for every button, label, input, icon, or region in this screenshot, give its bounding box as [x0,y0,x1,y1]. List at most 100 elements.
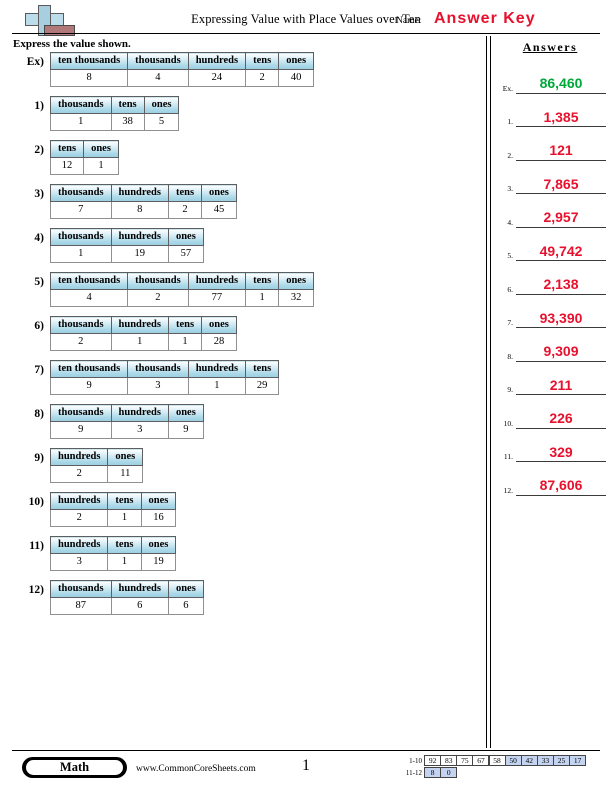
table-header-row: thousands hundreds ones [50,228,204,246]
answer-row: 5. 49,742 [494,228,606,261]
problem-number: 8) [34,408,44,420]
score-cell: 75 [456,755,474,766]
problem-number: 1) [34,100,44,112]
answer-value[interactable]: 86,460 [516,75,606,94]
place-value-header-cell: thousands [127,52,189,70]
answer-index: 11. [503,452,513,461]
answer-value[interactable]: 87,606 [516,477,606,496]
place-value-cell: 3 [49,553,109,571]
answer-value[interactable]: 211 [516,377,606,395]
place-value-header-cell: ones [143,96,180,114]
table-header-row: thousands hundreds tens ones [50,316,237,334]
place-value-header-cell: thousands [50,184,112,202]
place-value-header-cell: ones [140,536,177,554]
instruction-text: Express the value shown. [13,38,131,50]
table-header-row: hundreds tens ones [49,536,177,554]
table-row: 2 11 [49,465,144,483]
table-row: 8 4 24 2 40 [49,69,315,87]
problem-item: 4) thousands hundreds ones 1 19 57 [0,228,486,263]
answer-value[interactable]: 2,957 [516,209,606,228]
place-value-header-cell: ones [83,140,119,158]
score-cell: 42 [520,755,538,766]
table-header-row: tens ones [49,140,119,158]
score-cell: 92 [424,755,442,766]
problem-number: Ex) [26,56,44,68]
place-value-table: ten thousands thousands hundreds tens ones 8 4… [49,52,315,87]
answers-list: Ex. 86,460 1. 1,385 2. 121 3. 7,865 4. 2,957 5. 49,… [494,60,606,496]
place-value-cell: 1 [83,157,119,175]
place-value-table: thousands hundreds tens ones 2 1 1 28 [50,316,237,351]
answer-row: 7. 93,390 [494,295,606,328]
place-value-cell: 19 [140,553,177,571]
place-value-cell: 1 [107,553,142,571]
answer-value[interactable]: 226 [516,410,606,429]
problem-number: 3) [34,188,44,200]
place-value-cell: 38 [110,113,145,131]
place-value-header-cell: hundreds [49,536,109,554]
header-divider [12,33,600,34]
place-value-header-cell: thousands [50,404,112,422]
table-header-row: hundreds tens ones [49,492,177,510]
place-value-header-cell: ones [278,272,315,290]
place-value-cell: 9 [167,421,204,439]
score-cell: 33 [536,755,554,766]
problem-item: 8) thousands hundreds ones 9 3 9 [0,404,486,439]
page-header: Expressing Value with Place Values over … [0,0,612,40]
place-value-cell: 7 [50,201,112,219]
problem-item: Ex) ten thousands thousands hundreds tens one… [0,52,486,87]
answer-value[interactable]: 2,138 [516,276,606,295]
score-cell-group: 92 83 75 67 58 50 42 33 25 17 [424,755,587,766]
place-value-cell: 77 [187,289,247,307]
table-row: 9 3 1 29 [49,377,280,395]
place-value-header-cell: tens [107,536,142,554]
table-row: 2 1 1 28 [50,333,237,351]
answer-row: 12. 87,606 [494,462,606,496]
place-value-header-cell: ones [140,492,177,510]
table-header-row: thousands hundreds ones [50,404,204,422]
place-value-header-cell: tens [49,140,85,158]
place-value-header-cell: thousands [50,316,112,334]
answer-index: 4. [507,217,513,227]
answer-index: 8. [507,351,513,361]
place-value-cell: 8 [110,201,169,219]
score-range-label: 1-10 [409,756,422,765]
score-cell: 0 [440,767,458,778]
place-value-table: thousands hundreds ones 87 6 6 [50,580,204,615]
place-value-cell: 2 [167,201,203,219]
answer-value[interactable]: 121 [516,142,606,161]
place-value-cell: 5 [143,113,180,131]
score-cell-group: 80 [424,767,458,778]
table-header-row: thousands tens ones [50,96,180,114]
problem-list: Ex) ten thousands thousands hundreds tens one… [0,52,486,624]
place-value-header-cell: ones [201,316,237,334]
answer-column-divider-right [490,36,491,748]
place-value-cell: 9 [50,421,112,439]
place-value-cell: 1 [50,245,112,263]
answer-value[interactable]: 1,385 [516,109,606,127]
place-value-header-cell: hundreds [187,272,247,290]
table-row: 1 38 5 [50,113,180,131]
place-value-cell: 40 [278,69,315,87]
place-value-cell: 8 [49,69,129,87]
problem-item: 7) ten thousands thousands hundreds tens 9 3 1 2… [0,360,486,395]
answer-row: 11. 329 [494,429,606,462]
table-row: 4 2 77 1 32 [49,289,315,307]
answer-value[interactable]: 49,742 [516,243,606,261]
answer-index: 10. [503,418,513,428]
answer-value[interactable]: 9,309 [516,343,606,362]
place-value-cell: 3 [110,421,169,439]
place-value-table: hundreds tens ones 2 1 16 [49,492,177,527]
place-value-cell: 45 [201,201,237,219]
answer-index: 5. [507,251,513,260]
answer-value[interactable]: 7,865 [516,176,606,194]
problem-item: 1) thousands tens ones 1 38 5 [0,96,486,131]
table-row: 1 19 57 [50,245,204,263]
problem-item: 12) thousands hundreds ones 87 6 6 [0,580,486,615]
name-field-value[interactable]: Answer Key [434,10,536,28]
answer-value[interactable]: 93,390 [516,310,606,328]
place-value-cell: 29 [245,377,280,395]
answers-panel: Answers Ex. 86,460 1. 1,385 2. 121 3. 7,865 4. 2,… [494,40,606,496]
answer-value[interactable]: 329 [516,444,606,462]
place-value-header-cell: tens [107,492,142,510]
problem-item: 6) thousands hundreds tens ones 2 1 1 28 [0,316,486,351]
